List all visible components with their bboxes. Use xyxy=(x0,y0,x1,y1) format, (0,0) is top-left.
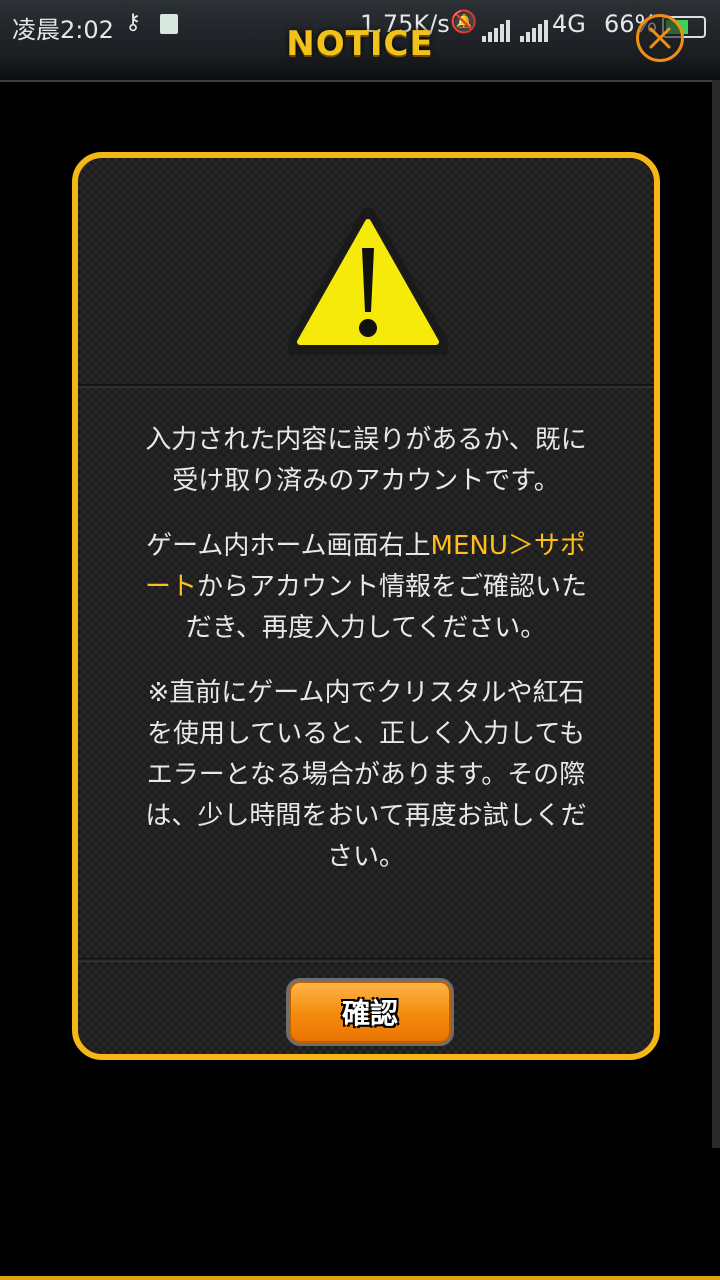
bell-muted-icon: 🔕 xyxy=(450,10,478,35)
message-text: からアカウント情報をご確認いただき、再度入力してください。 xyxy=(185,572,588,643)
close-icon xyxy=(649,27,671,49)
signal-icon xyxy=(520,14,550,42)
close-button[interactable] xyxy=(636,14,684,62)
message-paragraph-3: ※直前にゲーム内でクリスタルや紅石を使用していると、正しく入力してもエラーとなる… xyxy=(145,678,587,872)
confirm-label: 確認 xyxy=(341,997,398,1030)
status-network: 4G xyxy=(552,10,586,38)
signal-icon xyxy=(482,14,512,42)
bottom-edge xyxy=(0,1276,720,1280)
message-text: ゲーム内ホーム画面右上 xyxy=(146,531,431,561)
scrollbar-edge xyxy=(712,80,720,1148)
notice-dialog: 入力された内容に誤りがあるか、既に受け取り済みのアカウントです。 ゲーム内ホーム… xyxy=(72,152,660,1060)
message-paragraph-2: ゲーム内ホーム画面右上MENU＞サポートからアカウント情報をご確認いただき、再度… xyxy=(136,526,596,649)
sim-icon xyxy=(160,14,178,34)
warning-icon xyxy=(288,208,448,355)
divider-top xyxy=(78,384,654,388)
message-body: 入力された内容に誤りがあるか、既に受け取り済みのアカウントです。 ゲーム内ホーム… xyxy=(136,420,596,902)
page-title: NOTICE xyxy=(286,24,434,64)
status-time: 凌晨2:02 xyxy=(12,16,114,44)
confirm-button[interactable]: 確認 xyxy=(286,978,454,1046)
divider-bottom xyxy=(78,958,654,962)
key-icon: ⚷ xyxy=(125,10,142,35)
message-paragraph-1: 入力された内容に誤りがあるか、既に受け取り済みのアカウントです。 xyxy=(145,425,587,496)
top-bar: 凌晨2:02 ⚷ 1.75K/s 🔕 4G 66% NOTICE xyxy=(0,0,720,82)
